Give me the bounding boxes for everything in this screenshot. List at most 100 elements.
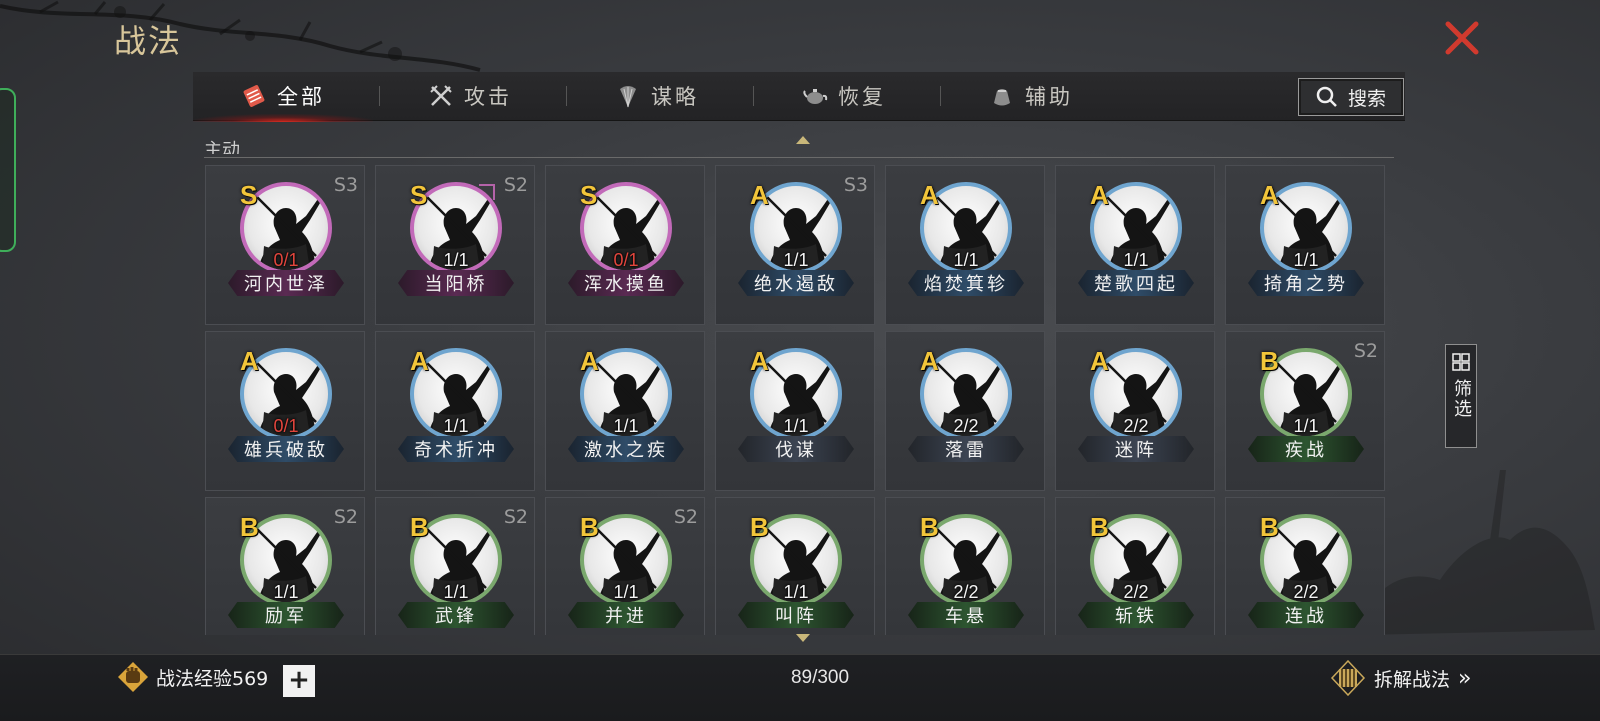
skill-card[interactable]: S S2 1/1 当阳桥 bbox=[375, 165, 535, 325]
skill-card[interactable]: A S3 1/1 绝水遏敌 bbox=[715, 165, 875, 325]
filter-button[interactable]: 筛选 bbox=[1445, 344, 1477, 448]
skill-name: 车悬 bbox=[908, 602, 1024, 628]
tab-strategy[interactable]: 谋略 bbox=[567, 72, 747, 120]
skill-count: 1/1 bbox=[783, 416, 809, 436]
side-drawer-handle[interactable] bbox=[0, 88, 16, 252]
skill-name: 当阳桥 bbox=[398, 270, 514, 296]
tab-support[interactable]: 辅助 bbox=[941, 72, 1121, 120]
section-heading: 主动 bbox=[204, 140, 240, 154]
skill-name: 伐谋 bbox=[738, 436, 854, 462]
page-title: 战法 bbox=[114, 22, 183, 60]
skill-card[interactable]: B 1/1 叫阵 bbox=[715, 497, 875, 635]
skill-name: 励军 bbox=[228, 602, 344, 628]
skill-card[interactable]: S 0/1 浑水摸鱼 bbox=[545, 165, 705, 325]
skill-card[interactable]: A 1/1 掎角之势 bbox=[1225, 165, 1385, 325]
season-tag: S2 bbox=[333, 506, 358, 528]
skill-count: 1/1 bbox=[613, 582, 639, 602]
skill-name: 掎角之势 bbox=[1248, 270, 1364, 296]
grade-badge: A bbox=[1090, 180, 1109, 210]
section-divider bbox=[204, 157, 1394, 158]
skill-card[interactable]: B 2/2 连战 bbox=[1225, 497, 1385, 635]
tab-attack[interactable]: 攻击 bbox=[380, 72, 560, 120]
grade-badge: B bbox=[240, 512, 259, 542]
decompose-skill-button[interactable]: 拆解战法 » bbox=[1330, 660, 1471, 696]
tab-label: 全部 bbox=[277, 85, 325, 109]
skill-count: 2/2 bbox=[1123, 416, 1149, 436]
grid-icon bbox=[1452, 353, 1470, 371]
grade-badge: A bbox=[1260, 180, 1279, 210]
skill-card[interactable]: B 2/2 斩铁 bbox=[1055, 497, 1215, 635]
tab-recover[interactable]: 恢复 bbox=[754, 72, 934, 120]
skill-exp-label: 战法经验569 bbox=[156, 667, 269, 690]
grade-badge: A bbox=[920, 346, 939, 376]
skill-name: 浑水摸鱼 bbox=[568, 270, 684, 296]
skill-name: 楚歌四起 bbox=[1078, 270, 1194, 296]
decompose-label: 拆解战法 bbox=[1374, 668, 1451, 691]
skill-count: 0/1 bbox=[273, 416, 299, 436]
skill-name: 迷阵 bbox=[1078, 436, 1194, 462]
season-tag: S2 bbox=[503, 174, 528, 196]
grade-badge: A bbox=[920, 180, 939, 210]
skill-card[interactable]: B S2 1/1 疾战 bbox=[1225, 331, 1385, 491]
skill-card[interactable]: A 1/1 激水之疾 bbox=[545, 331, 705, 491]
skill-card[interactable]: A 1/1 焰焚箕轸 bbox=[885, 165, 1045, 325]
close-icon[interactable] bbox=[1442, 18, 1482, 58]
skill-name: 焰焚箕轸 bbox=[908, 270, 1024, 296]
search-icon bbox=[1316, 86, 1337, 107]
teapot-icon bbox=[803, 89, 828, 104]
skill-card[interactable]: B S2 1/1 武锋 bbox=[375, 497, 535, 635]
skill-name: 疾战 bbox=[1248, 436, 1364, 462]
skill-count: 1/1 bbox=[953, 250, 979, 270]
add-exp-button[interactable]: + bbox=[283, 665, 315, 697]
grade-badge: B bbox=[920, 512, 939, 542]
skill-name: 河内世泽 bbox=[228, 270, 344, 296]
skill-card[interactable]: A 2/2 落雷 bbox=[885, 331, 1045, 491]
skill-count: 1/1 bbox=[273, 582, 299, 602]
skill-card[interactable]: B 2/2 车悬 bbox=[885, 497, 1045, 635]
skill-exp: 战法经验569 bbox=[116, 660, 268, 694]
skill-name: 武锋 bbox=[398, 602, 514, 628]
grade-badge: S bbox=[240, 180, 258, 210]
skill-name: 并进 bbox=[568, 602, 684, 628]
skill-card[interactable]: A 0/1 雄兵破敌 bbox=[205, 331, 365, 491]
grade-badge: A bbox=[1090, 346, 1109, 376]
skill-count: 2/2 bbox=[953, 416, 979, 436]
pouch-icon bbox=[994, 89, 1010, 106]
skill-name: 连战 bbox=[1248, 602, 1364, 628]
skill-card[interactable]: A 1/1 楚歌四起 bbox=[1055, 165, 1215, 325]
skill-card[interactable]: S S3 0/1 河内世泽 bbox=[205, 165, 365, 325]
skill-card[interactable]: A 2/2 迷阵 bbox=[1055, 331, 1215, 491]
scroll-down-icon[interactable] bbox=[796, 634, 810, 642]
tab-label: 攻击 bbox=[464, 85, 512, 109]
grade-badge: B bbox=[410, 512, 429, 542]
skill-card[interactable]: A 1/1 伐谋 bbox=[715, 331, 875, 491]
tab-label: 谋略 bbox=[651, 85, 699, 109]
skill-count: 1/1 bbox=[783, 582, 809, 602]
skill-card[interactable]: A 1/1 奇术折冲 bbox=[375, 331, 535, 491]
skill-name: 斩铁 bbox=[1078, 602, 1194, 628]
tab-label: 恢复 bbox=[838, 85, 886, 109]
skill-count: 1/1 bbox=[1293, 250, 1319, 270]
skill-count: 1/1 bbox=[443, 582, 469, 602]
category-tabbar: 全部 攻击 谋略 恢复 辅助 bbox=[193, 72, 1405, 122]
grade-badge: A bbox=[580, 346, 599, 376]
skill-count: 2/2 bbox=[1123, 582, 1149, 602]
tab-all[interactable]: 全部 bbox=[193, 72, 373, 122]
grade-badge: S bbox=[580, 180, 598, 210]
double-chevron-icon: » bbox=[1458, 665, 1472, 691]
skill-name: 落雷 bbox=[908, 436, 1024, 462]
season-tag: S2 bbox=[673, 506, 698, 528]
search-button[interactable]: 搜索 bbox=[1298, 78, 1404, 116]
skill-capacity: 89/300 bbox=[790, 667, 850, 688]
grade-badge: B bbox=[1260, 512, 1279, 542]
search-label: 搜索 bbox=[1347, 87, 1386, 110]
skill-name: 绝水遏敌 bbox=[738, 270, 854, 296]
skill-count: 1/1 bbox=[443, 250, 469, 270]
tab-label: 辅助 bbox=[1025, 85, 1073, 109]
skill-card[interactable]: B S2 1/1 并进 bbox=[545, 497, 705, 635]
skill-card[interactable]: B S2 1/1 励军 bbox=[205, 497, 365, 635]
scroll-up-icon[interactable] bbox=[796, 136, 810, 144]
skill-count: 2/2 bbox=[1293, 582, 1319, 602]
skill-count: 0/1 bbox=[273, 250, 299, 270]
grade-badge: B bbox=[750, 512, 769, 542]
